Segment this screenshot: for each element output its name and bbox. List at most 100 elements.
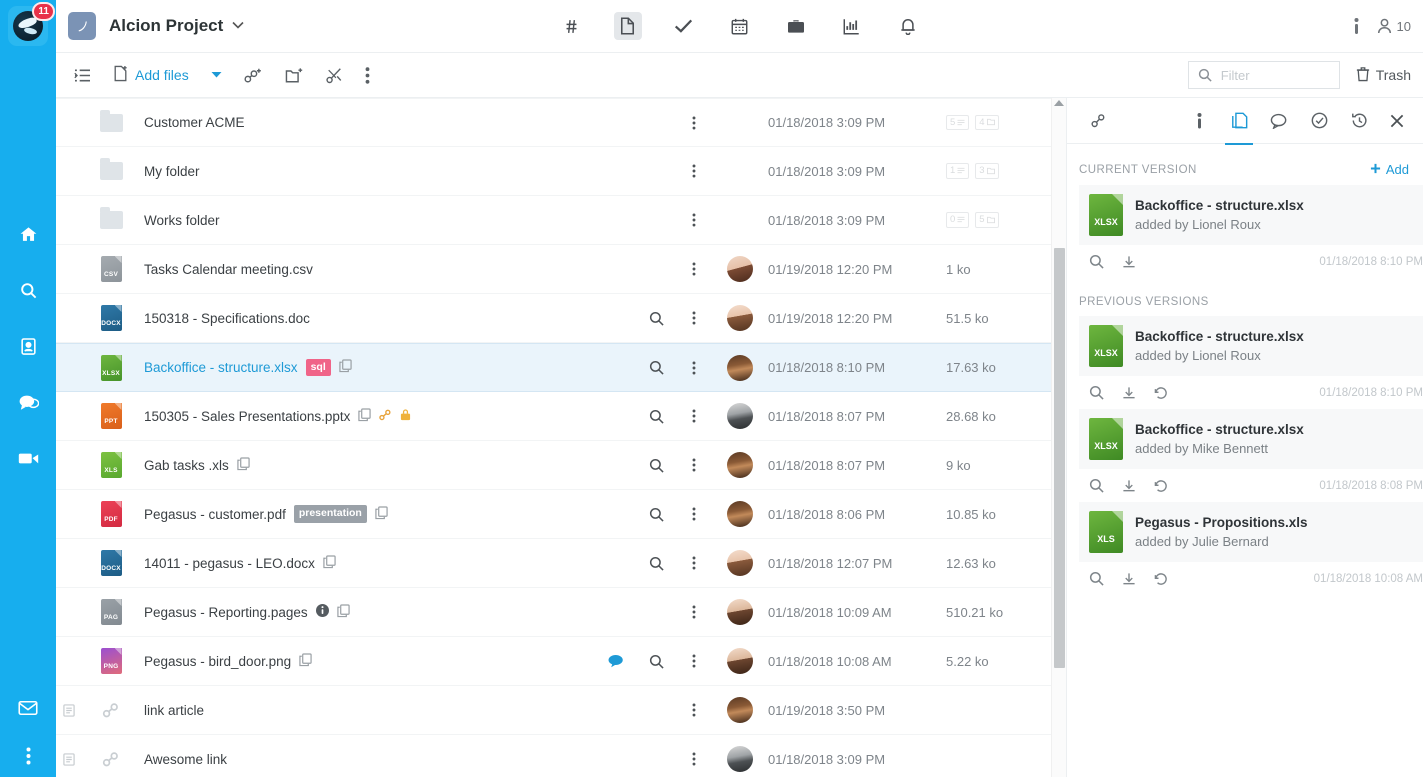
copy-icon[interactable] (336, 603, 350, 621)
preview-icon[interactable] (636, 654, 676, 669)
file-name-cell[interactable]: Works folder (140, 213, 596, 228)
file-name-cell[interactable]: link article (140, 703, 596, 718)
search-icon[interactable] (15, 277, 41, 303)
file-name-cell[interactable]: Gab tasks .xls (140, 456, 596, 474)
preview-icon[interactable] (1089, 254, 1104, 269)
document-icon[interactable] (613, 12, 642, 40)
file-name-cell[interactable]: 150318 - Specifications.doc (140, 311, 596, 326)
scroll-up-arrow-icon[interactable] (1054, 100, 1064, 106)
restore-icon[interactable] (1154, 479, 1168, 493)
row-menu-icon[interactable] (676, 261, 712, 277)
preview-icon[interactable] (636, 409, 676, 424)
file-name-cell[interactable]: My folder (140, 164, 596, 179)
copy-icon[interactable] (375, 505, 388, 523)
tab-versions[interactable] (1219, 98, 1259, 145)
info-icon[interactable] (1354, 17, 1359, 35)
row-menu-icon[interactable] (676, 310, 712, 326)
vertical-scrollbar[interactable] (1051, 98, 1066, 777)
row-menu-icon[interactable] (676, 702, 712, 718)
preview-icon[interactable] (636, 507, 676, 522)
preview-icon[interactable] (636, 360, 676, 375)
download-icon[interactable] (1122, 255, 1136, 269)
comment-icon[interactable] (596, 654, 636, 668)
home-icon[interactable] (15, 221, 41, 247)
file-name-cell[interactable]: Tasks Calendar meeting.csv (140, 262, 596, 277)
row-menu-icon[interactable] (676, 506, 712, 522)
current-version-card[interactable]: XLSX Backoffice - structure.xlsx added by … (1079, 185, 1423, 278)
row-menu-icon[interactable] (676, 163, 712, 179)
info-icon[interactable] (315, 604, 329, 620)
scrollbar-thumb[interactable] (1054, 248, 1065, 668)
more-vertical-icon[interactable] (365, 66, 370, 84)
chevron-down-icon[interactable] (232, 20, 244, 32)
link-plus-icon[interactable] (244, 67, 263, 84)
lock-icon[interactable] (400, 408, 411, 424)
add-version-button[interactable]: Add (1370, 162, 1409, 177)
mail-icon[interactable] (15, 695, 41, 721)
file-name-cell[interactable]: Backoffice - structure.xlsx sql (140, 358, 596, 377)
close-icon[interactable] (1377, 98, 1417, 144)
tab-info[interactable] (1179, 98, 1219, 144)
preview-icon[interactable] (636, 311, 676, 326)
table-row[interactable]: Awesome link 01/18/2018 3:09 PM (56, 735, 1066, 777)
previous-version-card[interactable]: XLSX Backoffice - structure.xlsx added by … (1079, 316, 1423, 409)
copy-icon[interactable] (323, 554, 336, 572)
download-icon[interactable] (1122, 386, 1136, 400)
row-menu-icon[interactable] (676, 457, 712, 473)
restore-icon[interactable] (1154, 386, 1168, 400)
file-name-cell[interactable]: Pegasus - Reporting.pages (140, 603, 596, 621)
copy-icon[interactable] (237, 456, 250, 474)
table-row[interactable]: XLS Gab tasks .xls 01/18/2018 8:07 PM 9 ko (56, 441, 1066, 490)
avatar[interactable] (712, 305, 768, 331)
add-files-button[interactable]: Add files (113, 65, 189, 85)
avatar[interactable] (712, 452, 768, 478)
avatar[interactable] (712, 403, 768, 429)
tab-links[interactable] (1079, 98, 1119, 144)
avatar[interactable] (712, 256, 768, 282)
download-icon[interactable] (1122, 572, 1136, 586)
row-menu-icon[interactable] (676, 555, 712, 571)
link-doc-icon[interactable] (56, 703, 82, 717)
link-icon[interactable] (379, 409, 392, 424)
table-row[interactable]: PDF Pegasus - customer.pdf presentation 01/… (56, 490, 1066, 539)
avatar[interactable] (712, 501, 768, 527)
avatar[interactable] (712, 354, 768, 381)
folder-plus-icon[interactable] (285, 67, 304, 84)
row-menu-icon[interactable] (676, 604, 712, 620)
app-logo[interactable]: 11 (8, 2, 55, 46)
chart-icon[interactable] (838, 12, 866, 40)
table-row[interactable]: CSV Tasks Calendar meeting.csv 01/19/2018 … (56, 245, 1066, 294)
bell-icon[interactable] (894, 12, 922, 40)
row-menu-icon[interactable] (676, 115, 712, 131)
restore-icon[interactable] (1154, 572, 1168, 586)
tab-history[interactable] (1339, 98, 1379, 144)
calendar-icon[interactable] (726, 12, 754, 40)
video-icon[interactable] (15, 445, 41, 471)
file-name-cell[interactable]: Awesome link (140, 752, 596, 767)
file-name-cell[interactable]: 14011 - pegasus - LEO.docx (140, 554, 596, 572)
filter-search-box[interactable] (1187, 61, 1340, 89)
preview-icon[interactable] (1089, 571, 1104, 586)
table-row[interactable]: Customer ACME 01/18/2018 3:09 PM 5 4 (56, 98, 1066, 147)
copy-icon[interactable] (299, 652, 312, 670)
project-avatar[interactable] (68, 12, 96, 40)
briefcase-icon[interactable] (782, 12, 810, 40)
chat-icon[interactable] (15, 389, 41, 415)
copy-icon[interactable] (339, 359, 352, 376)
row-menu-icon[interactable] (676, 751, 712, 767)
row-menu-icon[interactable] (676, 212, 712, 228)
file-name-cell[interactable]: 150305 - Sales Presentations.pptx (140, 407, 596, 425)
previous-version-card[interactable]: XLSX Backoffice - structure.xlsx added by … (1079, 409, 1423, 502)
file-tag[interactable]: sql (305, 358, 331, 377)
tab-approvals[interactable] (1299, 98, 1339, 144)
preview-icon[interactable] (636, 458, 676, 473)
preview-icon[interactable] (636, 556, 676, 571)
search-input[interactable] (1220, 62, 1339, 88)
table-row[interactable]: PNG Pegasus - bird_door.png 01/18/2018 10:… (56, 637, 1066, 686)
link-doc-icon[interactable] (56, 752, 82, 766)
file-name-cell[interactable]: Pegasus - customer.pdf presentation (140, 505, 596, 523)
avatar[interactable] (712, 550, 768, 576)
row-menu-icon[interactable] (676, 653, 712, 669)
check-icon[interactable] (670, 12, 698, 40)
preview-icon[interactable] (1089, 478, 1104, 493)
